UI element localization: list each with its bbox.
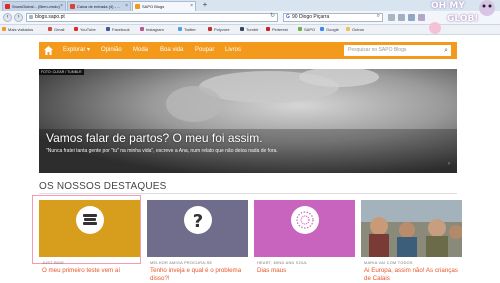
browser-search-field[interactable]: G 90 Diogo Piçarra ⌕ [283, 13, 383, 22]
download-icon[interactable] [408, 14, 415, 21]
hero-banner[interactable]: FOTO: CLEAR / TUMBLR Vamos falar de part… [39, 69, 457, 173]
hero-title[interactable]: Vamos falar de partos? O meu foi assim. [46, 131, 263, 145]
tumblr-icon [240, 27, 244, 31]
new-tab-button[interactable]: + [200, 1, 210, 10]
bookmark-item[interactable]: SAPO [298, 25, 315, 34]
site-navigation: Explorar ▾ Opinião Moda Boa vida Poupar … [39, 42, 457, 59]
children-photo [361, 200, 462, 257]
facebook-icon [106, 27, 110, 31]
tab-label: SAPO Blogs [142, 4, 165, 9]
back-button[interactable]: ‹ [3, 13, 12, 22]
reading-list-icon[interactable] [398, 14, 405, 21]
photo-credit: FOTO: CLEAR / TUMBLR [39, 69, 84, 75]
forward-button[interactable]: › [14, 13, 23, 22]
polyvore-icon [208, 27, 212, 31]
flower-icon [296, 211, 314, 229]
bookmark-item[interactable]: Twitter [178, 25, 196, 34]
pinterest-icon [266, 27, 270, 31]
question-icon: ? [193, 211, 203, 232]
youtube-icon [5, 4, 10, 9]
search-icon[interactable]: ⌕ [444, 45, 448, 56]
browser-tab-1[interactable]: SnowGlobal... (Bem-vindo) × [2, 1, 66, 11]
close-icon[interactable]: × [190, 2, 193, 11]
card-image [39, 200, 140, 257]
address-bar[interactable]: blogs.sapo.pt ↻ [26, 13, 278, 22]
svg-text:?: ? [193, 211, 203, 232]
star-icon[interactable] [388, 14, 395, 21]
nav-boa-vida[interactable]: Boa vida [160, 42, 183, 59]
card-category: MARIA VAI COM TODOS [364, 261, 413, 265]
card-image [361, 200, 462, 257]
card-image: ? [147, 200, 248, 257]
site-search-input[interactable]: Pesquisar no SAPO Blogs ⌕ [344, 45, 451, 56]
bookmark-item[interactable]: Mais visitados [2, 25, 33, 34]
bookmark-item[interactable]: Gmail [48, 25, 64, 34]
section-divider [39, 193, 457, 194]
google-icon [320, 27, 324, 31]
sapo-icon [298, 27, 302, 31]
nav-explorar[interactable]: Explorar ▾ [63, 42, 90, 59]
sticker-text-line2: GLOB! [447, 14, 479, 24]
browser-search-value: 90 Diogo Piçarra [292, 14, 330, 20]
hero-photo [39, 69, 457, 173]
nav-moda[interactable]: Moda [133, 42, 148, 59]
google-icon: G [286, 14, 290, 20]
bookmark-item[interactable]: YouTube [74, 25, 96, 34]
nav-livros[interactable]: Livros [225, 42, 241, 59]
card-category: MELHOR AMIGA PROCURA-SE [150, 261, 213, 265]
star-icon [2, 27, 6, 31]
carousel-next-arrow[interactable]: › [448, 161, 450, 167]
home-icon[interactable] [43, 45, 54, 56]
site-identity-icon [29, 15, 33, 19]
reload-icon[interactable]: ↻ [270, 13, 275, 20]
search-icon[interactable]: ⌕ [377, 13, 380, 20]
card-title[interactable]: O meu primeiro teste vem aí [42, 267, 138, 275]
browser-tab-2[interactable]: Caixa de entrada (4) - ... × [67, 1, 131, 11]
browser-tab-3[interactable]: SAPO Blogs × [132, 1, 196, 11]
gmail-icon [48, 27, 52, 31]
youtube-icon [74, 27, 78, 31]
close-icon[interactable]: × [125, 2, 128, 11]
twitter-icon [178, 27, 182, 31]
gmail-icon [70, 4, 75, 9]
folder-icon [346, 27, 350, 31]
card-category: HEART, MIND AND SOUL [257, 261, 308, 265]
nav-poupar[interactable]: Poupar [195, 42, 214, 59]
section-title: OS NOSSOS DESTAQUES [39, 181, 167, 192]
card-category: JUST RIDE [42, 261, 65, 265]
sticker-text-line1: OH MY [431, 1, 465, 11]
tab-label: SnowGlobal... (Bem-vindo) [12, 4, 60, 9]
nav-opiniao[interactable]: Opinião [101, 42, 122, 59]
oh-my-glob-sticker: OH MY GLOB! [425, 0, 500, 35]
bookmark-item[interactable]: Instagram [140, 25, 164, 34]
bookmark-item[interactable]: Polyvore [208, 25, 230, 34]
tab-label: Caixa de entrada (4) - ... [77, 4, 121, 9]
sapo-icon [135, 4, 140, 9]
site-search-placeholder: Pesquisar no SAPO Blogs [348, 47, 407, 53]
bookmark-item[interactable]: Tumblr [240, 25, 258, 34]
bookmark-item[interactable]: Google [320, 25, 339, 34]
home-icon[interactable] [418, 14, 425, 21]
bookmark-item[interactable]: Pinterest [266, 25, 288, 34]
hero-description: "Nunca fratei tanta gente por "tu" na mi… [46, 148, 278, 154]
instagram-icon [140, 27, 144, 31]
address-text: blogs.sapo.pt [35, 14, 65, 20]
books-icon [83, 214, 97, 225]
bookmark-item[interactable]: Facebook [106, 25, 130, 34]
bookmark-item[interactable]: Outros [346, 25, 364, 34]
card-image [254, 200, 355, 257]
close-icon[interactable]: × [60, 2, 63, 11]
card-title[interactable]: Dias maus [257, 267, 353, 275]
